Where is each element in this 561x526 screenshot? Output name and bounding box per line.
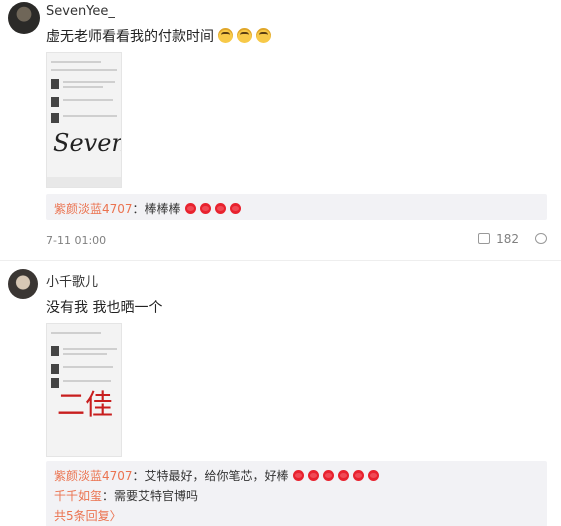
reply-text: ：需要艾特官博吗 — [102, 489, 199, 503]
reply-username[interactable]: 千千如玺 — [54, 489, 102, 503]
reply-line: 紫颜淡蓝4707：棒棒棒 — [54, 200, 241, 217]
heart-emoji-icon — [199, 203, 211, 214]
reply-icon[interactable] — [535, 233, 547, 244]
heart-emoji-icon — [322, 470, 334, 481]
reply-line: 紫颜淡蓝4707：艾特最好，给你笔芯，好棒 — [54, 467, 379, 484]
comment-text: 虚无老师看看我的付款时间 — [46, 29, 214, 45]
thumbs-up-icon — [478, 233, 491, 244]
heart-emoji-icon — [214, 203, 226, 214]
reply-text: ：棒棒棒 — [132, 202, 181, 216]
like-count: 182 — [496, 232, 519, 246]
heart-emoji-icon — [352, 470, 364, 481]
more-replies-link[interactable]: 共5条回复〉 — [54, 507, 122, 524]
comment-image[interactable]: Seven — [46, 52, 122, 188]
doge-emoji-icon — [256, 28, 271, 43]
reply-text: ：艾特最好，给你笔芯，好棒 — [132, 469, 289, 483]
comment-item: SevenYee_ 虚无老师看看我的付款时间 Seven 紫颜淡蓝4707：棒棒… — [0, 0, 561, 258]
comment-item: 小千歌儿 没有我 我也晒一个 二佳 紫颜淡蓝4707：艾特最好，给你笔芯，好棒 … — [0, 260, 561, 526]
heart-emoji-icon — [307, 470, 319, 481]
reply-username[interactable]: 紫颜淡蓝4707 — [54, 202, 133, 216]
reply-line: 千千如玺：需要艾特官博吗 — [54, 487, 198, 504]
handwriting-text: Seven — [53, 129, 122, 157]
reply-box: 紫颜淡蓝4707：艾特最好，给你笔芯，好棒 千千如玺：需要艾特官博吗 共5条回复… — [46, 461, 547, 526]
comment-username[interactable]: SevenYee_ — [46, 4, 115, 19]
handwriting-text: 二佳 — [57, 388, 113, 421]
heart-emoji-icon — [367, 470, 379, 481]
comment-image[interactable]: 二佳 — [46, 323, 122, 457]
timestamp: 7-11 01:00 — [46, 234, 107, 247]
avatar[interactable] — [8, 269, 38, 299]
avatar[interactable] — [8, 2, 40, 34]
heart-emoji-icon — [292, 470, 304, 481]
like-button[interactable]: 182 — [478, 232, 519, 246]
reply-box: 紫颜淡蓝4707：棒棒棒 — [46, 194, 547, 220]
heart-emoji-icon — [184, 203, 196, 214]
heart-emoji-icon — [337, 470, 349, 481]
heart-emoji-icon — [229, 203, 241, 214]
reply-username[interactable]: 紫颜淡蓝4707 — [54, 469, 133, 483]
doge-emoji-icon — [218, 28, 233, 43]
comment-text-row: 虚无老师看看我的付款时间 — [46, 26, 271, 46]
comment-text: 没有我 我也晒一个 — [46, 300, 163, 316]
comment-username[interactable]: 小千歌儿 — [46, 271, 98, 290]
doge-emoji-icon — [237, 28, 252, 43]
